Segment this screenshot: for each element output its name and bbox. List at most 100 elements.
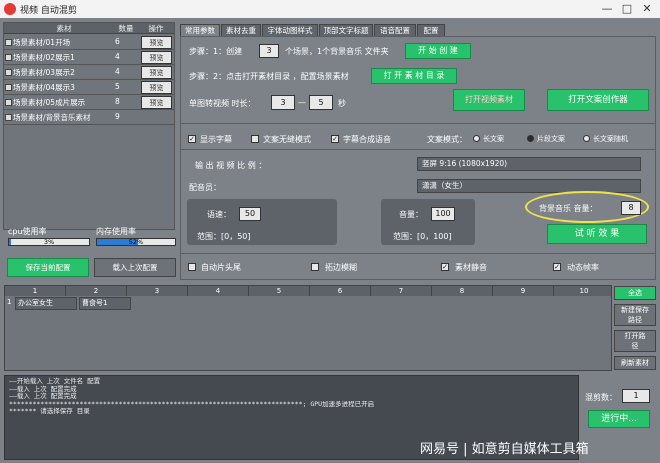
rotate-label: 单图转视频 时长： bbox=[189, 99, 256, 108]
mix-count-input[interactable]: 1 bbox=[622, 389, 650, 403]
material-row[interactable]: 场景素材/01开场 6 预览 bbox=[4, 36, 174, 50]
show-subtitle-label: 显示字幕 bbox=[200, 135, 232, 144]
row-checkbox[interactable] bbox=[5, 69, 12, 76]
open-path-button[interactable]: 打开路径 bbox=[614, 330, 656, 352]
material-row[interactable]: 场景素材/04展示3 5 预览 bbox=[4, 81, 174, 95]
memory-usage-value: 52% bbox=[128, 238, 144, 246]
maximize-icon[interactable]: □ bbox=[620, 2, 634, 16]
tab-top-title[interactable]: 顶部文字标题 bbox=[319, 24, 373, 36]
preview-button[interactable]: 预览 bbox=[141, 96, 172, 109]
step1-label: 步骤：1：创建 bbox=[189, 47, 243, 56]
row-checkbox[interactable] bbox=[5, 54, 12, 61]
grid-column-header: 9 bbox=[493, 286, 554, 296]
tab-config[interactable]: 配置 bbox=[417, 24, 445, 36]
material-table-header: 素材 数量 操作 bbox=[4, 23, 174, 34]
divider bbox=[181, 253, 655, 254]
material-row[interactable]: 场景素材/02展示1 4 预览 bbox=[4, 51, 174, 65]
material-row[interactable]: 场景素材/背景音乐素材 9 bbox=[4, 111, 174, 125]
bgm-volume-input[interactable]: 8 bbox=[621, 201, 641, 215]
row-name: 场景素材/01开场 bbox=[13, 38, 71, 47]
row-count: 8 bbox=[115, 97, 120, 106]
material-row[interactable]: 场景素材/05成片展示 8 预览 bbox=[4, 96, 174, 110]
mode-random-label: 长文案随机 bbox=[593, 135, 628, 143]
save-config-button[interactable]: 保存当前配置 bbox=[7, 258, 89, 277]
close-icon[interactable]: ✕ bbox=[640, 2, 654, 16]
tab-common[interactable]: 常用参数 bbox=[180, 24, 220, 36]
subtitle-voice-checkbox[interactable]: ✓ bbox=[331, 135, 339, 143]
divider bbox=[181, 149, 655, 150]
show-subtitle-checkbox[interactable]: ✓ bbox=[188, 135, 196, 143]
grid-column-header: 3 bbox=[127, 286, 188, 296]
grid-cell[interactable]: 办公室女生 bbox=[15, 297, 77, 310]
auto-head-checkbox[interactable] bbox=[188, 263, 196, 271]
volume-range: 范围：[0，100] bbox=[393, 232, 452, 241]
subtitle-voice-label: 字幕合成语音 bbox=[343, 135, 391, 144]
seamless-checkbox[interactable] bbox=[251, 135, 259, 143]
select-all-button[interactable]: 全选 bbox=[614, 286, 656, 300]
tab-dedupe[interactable]: 素材去重 bbox=[221, 24, 261, 36]
preview-button[interactable]: 预览 bbox=[141, 66, 172, 79]
title-bar: 视频 自动混剪 — □ ✕ bbox=[0, 0, 660, 18]
dynamic-checkbox[interactable]: ✓ bbox=[553, 263, 561, 271]
open-material-dir-button[interactable]: 打 开 素 材 目 录 bbox=[371, 68, 457, 84]
row-checkbox[interactable] bbox=[5, 114, 12, 121]
bgm-volume-label: 背景音乐 音量： bbox=[539, 204, 598, 213]
preview-button[interactable]: 预览 bbox=[141, 36, 172, 49]
scene-count-input[interactable]: 3 bbox=[259, 44, 279, 58]
refresh-material-button[interactable]: 刷新素材 bbox=[614, 356, 656, 370]
load-config-button[interactable]: 载入上次配置 bbox=[94, 258, 176, 277]
log-line: ****************************************… bbox=[9, 400, 375, 408]
row-checkbox[interactable] bbox=[5, 84, 12, 91]
new-save-path-button[interactable]: 新建保存路径 bbox=[614, 304, 656, 326]
grid-column-header: 5 bbox=[249, 286, 310, 296]
row-checkbox[interactable] bbox=[5, 99, 12, 106]
mode-random-radio[interactable] bbox=[583, 135, 590, 142]
row-name: 场景素材/05成片展示 bbox=[13, 98, 86, 107]
speed-label: 语速： bbox=[207, 210, 231, 219]
cpu-usage-bar: 3% bbox=[8, 238, 90, 246]
row-checkbox[interactable] bbox=[5, 39, 12, 46]
grid-cell[interactable]: 曹食号1 bbox=[79, 297, 131, 310]
preview-button[interactable]: 预览 bbox=[141, 51, 172, 64]
minimize-icon[interactable]: — bbox=[600, 2, 614, 16]
run-button[interactable]: 进行中... bbox=[588, 410, 650, 428]
tab-voice-config[interactable]: 语音配置 bbox=[374, 24, 416, 36]
grid-column-header: 7 bbox=[371, 286, 432, 296]
mode-long-radio[interactable] bbox=[473, 135, 480, 142]
duration-dash: — bbox=[298, 98, 306, 107]
grid-column-header: 4 bbox=[188, 286, 249, 296]
voice-actor-label: 配音员： bbox=[189, 183, 221, 192]
cpu-usage-value: 3% bbox=[43, 238, 55, 246]
log-line: ******* 请选择保存 目录 bbox=[9, 407, 90, 415]
material-row[interactable]: 场景素材/03展示2 4 预览 bbox=[4, 66, 174, 80]
open-video-material-button[interactable]: 打开视频素材 bbox=[453, 89, 525, 111]
mode-segment-radio[interactable] bbox=[527, 135, 534, 142]
material-panel: 素材 数量 操作 场景素材/01开场 6 预览 场景素材/02展示1 4 预览 … bbox=[3, 22, 175, 230]
grid-column-header: 10 bbox=[554, 286, 615, 296]
grid-row-number: 1 bbox=[7, 298, 12, 306]
blur-checkbox[interactable] bbox=[311, 263, 319, 271]
volume-input[interactable]: 100 bbox=[431, 207, 455, 221]
grid-column-header: 2 bbox=[66, 286, 127, 296]
tab-font-style[interactable]: 字体动图样式 bbox=[262, 24, 318, 36]
open-copywriter-button[interactable]: 打开文案创作器 bbox=[547, 89, 649, 111]
grid-header: 1 2 3 4 5 6 7 8 9 10 bbox=[5, 286, 615, 296]
start-create-button[interactable]: 开 始 创 建 bbox=[405, 43, 471, 59]
speed-input[interactable]: 50 bbox=[239, 207, 261, 221]
memory-label: 内存使用率 bbox=[96, 227, 136, 236]
duration-max-input[interactable]: 5 bbox=[309, 95, 333, 110]
mute-checkbox[interactable]: ✓ bbox=[441, 263, 449, 271]
row-count: 4 bbox=[115, 67, 120, 76]
header-material: 素材 bbox=[56, 24, 72, 33]
mode-long-label: 长文案 bbox=[483, 135, 504, 143]
cpu-label: cpu使用率 bbox=[8, 227, 47, 236]
preview-effect-button[interactable]: 试 听 效 果 bbox=[547, 224, 647, 244]
mode-segment-label: 片段文案 bbox=[537, 135, 565, 143]
preview-button[interactable]: 预览 bbox=[141, 81, 172, 94]
mute-label: 素材静音 bbox=[455, 263, 487, 272]
row-name: 场景素材/04展示3 bbox=[13, 83, 75, 92]
duration-min-input[interactable]: 3 bbox=[271, 95, 295, 110]
header-action: 操作 bbox=[148, 24, 164, 33]
video-ratio-select[interactable]: 竖屏 9:16 (1080x1920) bbox=[417, 157, 641, 171]
row-count: 6 bbox=[115, 37, 120, 46]
